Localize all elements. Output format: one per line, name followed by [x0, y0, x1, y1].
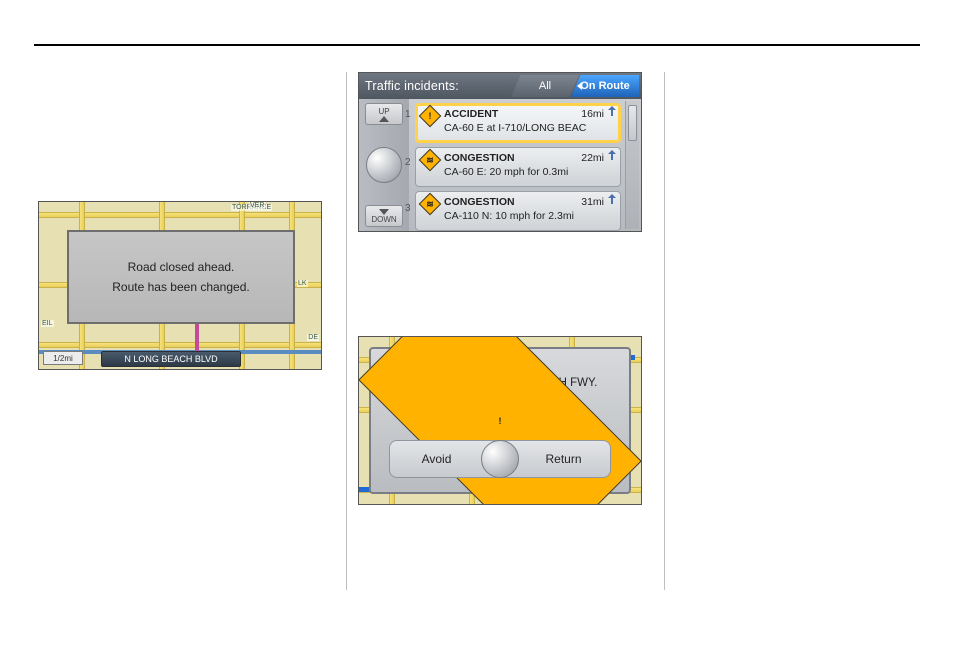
- warning-accident-icon: !: [422, 108, 438, 124]
- incident-desc: CA-110 N: 10 mph for 2.3mi: [444, 209, 614, 223]
- row-index: 2: [405, 157, 415, 168]
- incident-desc: CA-60 E at I-710/LONG BEAC: [444, 121, 614, 135]
- current-street-banner: N LONG BEACH BLVD: [101, 351, 241, 367]
- row-index: 3: [405, 203, 415, 214]
- scrollbar[interactable]: [625, 101, 639, 229]
- return-button[interactable]: Return: [517, 451, 610, 467]
- column-separator: [346, 72, 347, 590]
- scroll-down-button[interactable]: DOWN: [365, 205, 403, 227]
- map-scale-button[interactable]: 1/2mi: [43, 351, 83, 365]
- incident-title: ACCIDENT: [444, 108, 498, 120]
- incident-detail-panel: ! ACCIDENT CA-60 E at I-710/LONG BEACH F…: [369, 347, 631, 494]
- chevron-up-icon: [379, 116, 389, 122]
- header-rule: [34, 44, 920, 46]
- list-scroll-panel: UP DOWN 1 2 3: [359, 99, 409, 231]
- incident-title: CONGESTION: [444, 152, 515, 164]
- incident-distance: 22mi: [581, 151, 604, 165]
- down-label: DOWN: [371, 215, 396, 224]
- rotary-knob-icon[interactable]: [366, 147, 402, 183]
- north-arrow-icon: [608, 150, 616, 162]
- incident-title: CONGESTION: [444, 196, 515, 208]
- tab-on-route[interactable]: On Route: [571, 75, 639, 97]
- map-alert-screenshot: TORRANCE LK EIL VER DE Road closed ahead…: [38, 201, 322, 370]
- alert-text-line2: Route has been changed.: [112, 277, 249, 297]
- page: TORRANCE LK EIL VER DE Road closed ahead…: [0, 0, 954, 650]
- detail-button-row: Avoid Return: [389, 440, 611, 478]
- row-index: 1: [405, 109, 415, 120]
- north-arrow-icon: [608, 106, 616, 118]
- up-label: UP: [378, 107, 389, 116]
- tab-all[interactable]: All: [511, 75, 579, 97]
- map-label: LK: [297, 280, 308, 287]
- warning-congestion-icon: ≋: [422, 152, 438, 168]
- map-label: EIL: [41, 320, 54, 327]
- incident-distance: 16mi: [581, 107, 604, 121]
- warning-congestion-icon: ≋: [422, 196, 438, 212]
- traffic-incidents-screenshot: Traffic incidents: All On Route UP DOWN …: [358, 72, 642, 232]
- rotary-knob-icon[interactable]: [481, 440, 519, 478]
- incident-distance: 31mi: [581, 195, 604, 209]
- scrollbar-thumb[interactable]: [628, 105, 637, 141]
- column-separator: [664, 72, 665, 590]
- incident-desc: CA-60 E: 20 mph for 0.3mi: [444, 165, 614, 179]
- alert-text-line1: Road closed ahead.: [128, 257, 235, 277]
- incidents-title: Traffic incidents:: [365, 79, 459, 93]
- scroll-up-button[interactable]: UP: [365, 103, 403, 125]
- route-changed-alert: Road closed ahead. Route has been change…: [67, 230, 295, 324]
- incident-row[interactable]: ≋ CONGESTION 31mi CA-110 N: 10 mph for 2…: [415, 191, 621, 231]
- incident-detail-screenshot: ! ACCIDENT CA-60 E at I-710/LONG BEACH F…: [358, 336, 642, 505]
- map-label: DE: [307, 334, 319, 341]
- avoid-button[interactable]: Avoid: [390, 451, 483, 467]
- map-label: VER: [249, 202, 265, 209]
- north-arrow-icon: [608, 194, 616, 206]
- incidents-tabs: All On Route: [511, 75, 639, 97]
- incidents-titlebar: Traffic incidents: All On Route: [359, 73, 641, 99]
- incident-row[interactable]: ≋ CONGESTION 22mi CA-60 E: 20 mph for 0.…: [415, 147, 621, 187]
- incident-row[interactable]: ! ACCIDENT 16mi CA-60 E at I-710/LONG BE…: [415, 103, 621, 143]
- warning-accident-icon: !: [460, 357, 476, 373]
